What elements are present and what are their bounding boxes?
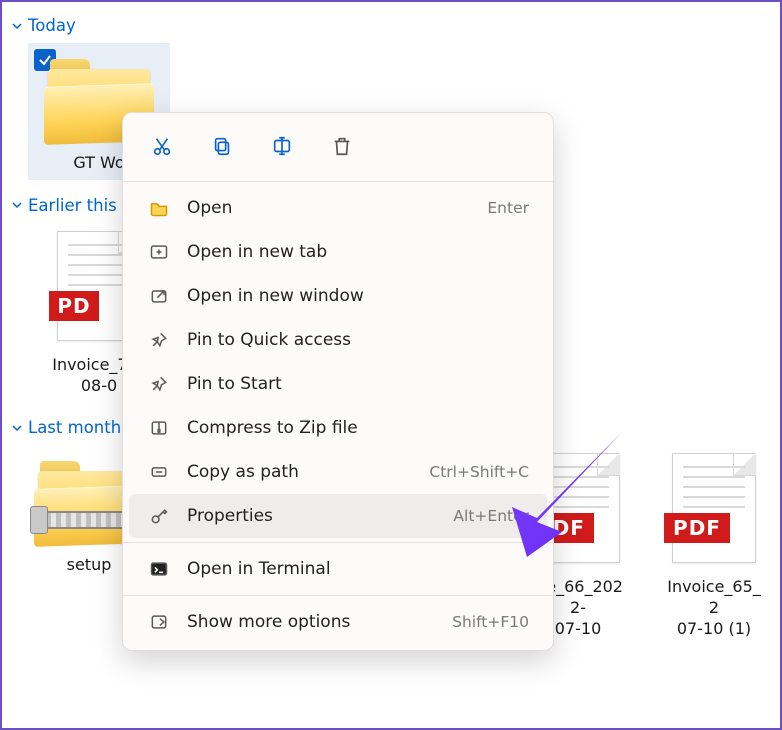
group-label: Last month <box>28 418 121 437</box>
menu-item-label: Show more options <box>187 612 436 632</box>
menu-item-copy-as-path[interactable]: Copy as path Ctrl+Shift+C <box>129 450 547 494</box>
pdf-file-icon: PDF <box>664 451 764 571</box>
group-label: Today <box>28 16 76 35</box>
pin-icon <box>147 372 171 396</box>
menu-item-open[interactable]: Open Enter <box>129 186 547 230</box>
menu-item-pin-start[interactable]: Pin to Start <box>129 362 547 406</box>
file-label: setup <box>67 555 112 576</box>
new-window-icon <box>147 284 171 308</box>
open-icon <box>147 196 171 220</box>
menu-item-properties[interactable]: Properties Alt+Enter <box>129 494 547 538</box>
group-label: Earlier this <box>28 196 117 215</box>
menu-separator <box>123 542 553 543</box>
menu-item-compress-zip[interactable]: Compress to Zip file <box>129 406 547 450</box>
copy-button[interactable] <box>201 127 243 165</box>
menu-item-label: Open in Terminal <box>187 559 529 579</box>
menu-item-shortcut: Ctrl+Shift+C <box>429 463 529 481</box>
menu-item-label: Open in new tab <box>187 242 529 262</box>
context-menu: Open Enter Open in new tab Open in new w… <box>122 112 554 651</box>
menu-item-label: Properties <box>187 506 437 526</box>
menu-item-label: Compress to Zip file <box>187 418 529 438</box>
pdf-badge: PD <box>49 291 99 321</box>
menu-separator <box>123 595 553 596</box>
menu-item-pin-quick-access[interactable]: Pin to Quick access <box>129 318 547 362</box>
cut-button[interactable] <box>141 127 183 165</box>
group-header-today[interactable]: Today <box>12 16 770 35</box>
menu-item-open-new-window[interactable]: Open in new window <box>129 274 547 318</box>
menu-item-label: Pin to Quick access <box>187 330 529 350</box>
properties-icon <box>147 504 171 528</box>
menu-item-label: Open in new window <box>187 286 529 306</box>
menu-item-shortcut: Alt+Enter <box>453 507 529 525</box>
menu-item-shortcut: Shift+F10 <box>452 613 529 631</box>
terminal-icon <box>147 557 171 581</box>
more-options-icon <box>147 610 171 634</box>
menu-item-shortcut: Enter <box>487 199 529 217</box>
delete-button[interactable] <box>321 127 363 165</box>
menu-item-open-new-tab[interactable]: Open in new tab <box>129 230 547 274</box>
file-label: GT Wo <box>73 153 124 174</box>
file-tile-pdf[interactable]: PDF Invoice_65_2 07-10 (1) <box>658 445 770 645</box>
menu-item-label: Open <box>187 198 471 218</box>
menu-item-open-terminal[interactable]: Open in Terminal <box>129 547 547 591</box>
menu-separator <box>123 181 553 182</box>
new-tab-icon <box>147 240 171 264</box>
menu-item-label: Pin to Start <box>187 374 529 394</box>
pin-icon <box>147 328 171 352</box>
file-label: Invoice_65_2 07-10 (1) <box>664 577 764 639</box>
chevron-down-icon <box>12 21 22 31</box>
chevron-down-icon <box>12 200 22 210</box>
chevron-down-icon <box>12 423 22 433</box>
pdf-badge: PDF <box>664 513 730 543</box>
zip-icon <box>147 416 171 440</box>
rename-button[interactable] <box>261 127 303 165</box>
context-menu-top-actions <box>123 113 553 177</box>
menu-item-show-more[interactable]: Show more options Shift+F10 <box>129 600 547 644</box>
menu-item-label: Copy as path <box>187 462 413 482</box>
copy-path-icon <box>147 460 171 484</box>
